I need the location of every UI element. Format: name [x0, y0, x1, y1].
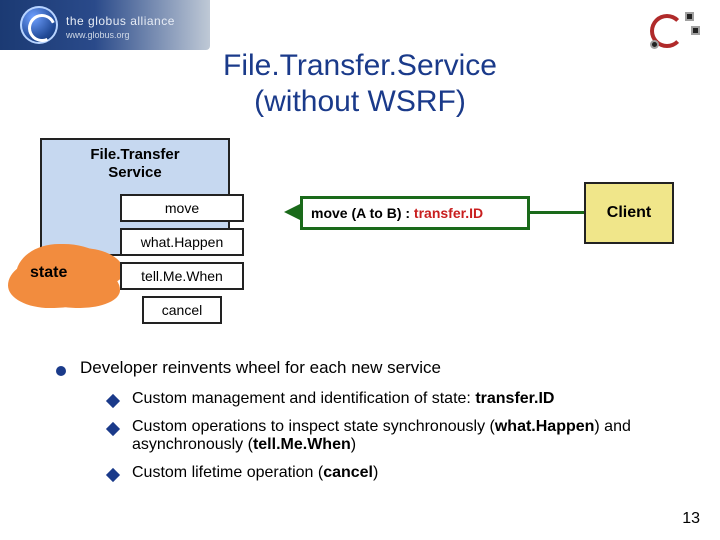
ci-dot-icon: [650, 40, 659, 49]
bullet-diamond-icon: [106, 394, 120, 408]
op-whathappen: what.Happen: [120, 228, 244, 256]
bullet-dot-icon: [56, 366, 66, 376]
page-number: 13: [682, 510, 700, 528]
bullet-sub-2: Custom operations to inspect state synch…: [108, 418, 680, 454]
bullet-diamond-icon: [106, 422, 120, 436]
logo-url: www.globus.org: [66, 30, 130, 40]
message-return: transfer.ID: [414, 205, 483, 221]
bullet-main: Developer reinvents wheel for each new s…: [56, 358, 680, 378]
arrow-line-icon: [530, 211, 584, 214]
logo-text: the globus alliance: [66, 14, 175, 28]
bullet-sub-3: Custom lifetime operation (cancel): [108, 464, 680, 482]
slide-title: File.Transfer.Service (without WSRF): [0, 48, 720, 120]
bullet-list: Developer reinvents wheel for each new s…: [0, 358, 720, 482]
operation-stack: move what.Happen tell.Me.When cancel: [120, 194, 244, 330]
message-box: move (A to B) : transfer.ID: [300, 196, 530, 230]
header: the globus alliance www.globus.org: [0, 0, 720, 56]
arrow-left-icon: [284, 204, 300, 220]
client-box: Client: [584, 182, 674, 244]
ci-dot-icon: [685, 12, 694, 21]
title-line-2: (without WSRF): [254, 85, 466, 118]
op-move: move: [120, 194, 244, 222]
service-caption-line-2: Service: [108, 164, 161, 181]
service-caption-line-1: File.Transfer: [90, 146, 179, 163]
bullet-sub-2-text: Custom operations to inspect state synch…: [132, 418, 680, 454]
bullet-sub-1-text: Custom management and identification of …: [132, 390, 554, 408]
state-label: state: [30, 264, 67, 282]
op-tellmewhen: tell.Me.When: [120, 262, 244, 290]
globus-logo: the globus alliance www.globus.org: [0, 0, 210, 50]
client-label: Client: [607, 204, 651, 222]
service-caption: File.Transfer Service: [42, 140, 228, 182]
bullet-diamond-icon: [106, 468, 120, 482]
bullet-main-text: Developer reinvents wheel for each new s…: [80, 358, 441, 378]
globus-globe-icon: [20, 6, 58, 44]
bullet-sub-1: Custom management and identification of …: [108, 390, 680, 408]
state-cloud: state: [16, 244, 116, 304]
ci-dot-icon: [691, 26, 700, 35]
diagram: File.Transfer Service state move what.Ha…: [0, 138, 720, 358]
ci-logo: [646, 12, 696, 52]
bullet-sub-3-text: Custom lifetime operation (cancel): [132, 464, 378, 482]
message-prefix: move (A to B) :: [311, 205, 414, 221]
op-cancel: cancel: [142, 296, 222, 324]
